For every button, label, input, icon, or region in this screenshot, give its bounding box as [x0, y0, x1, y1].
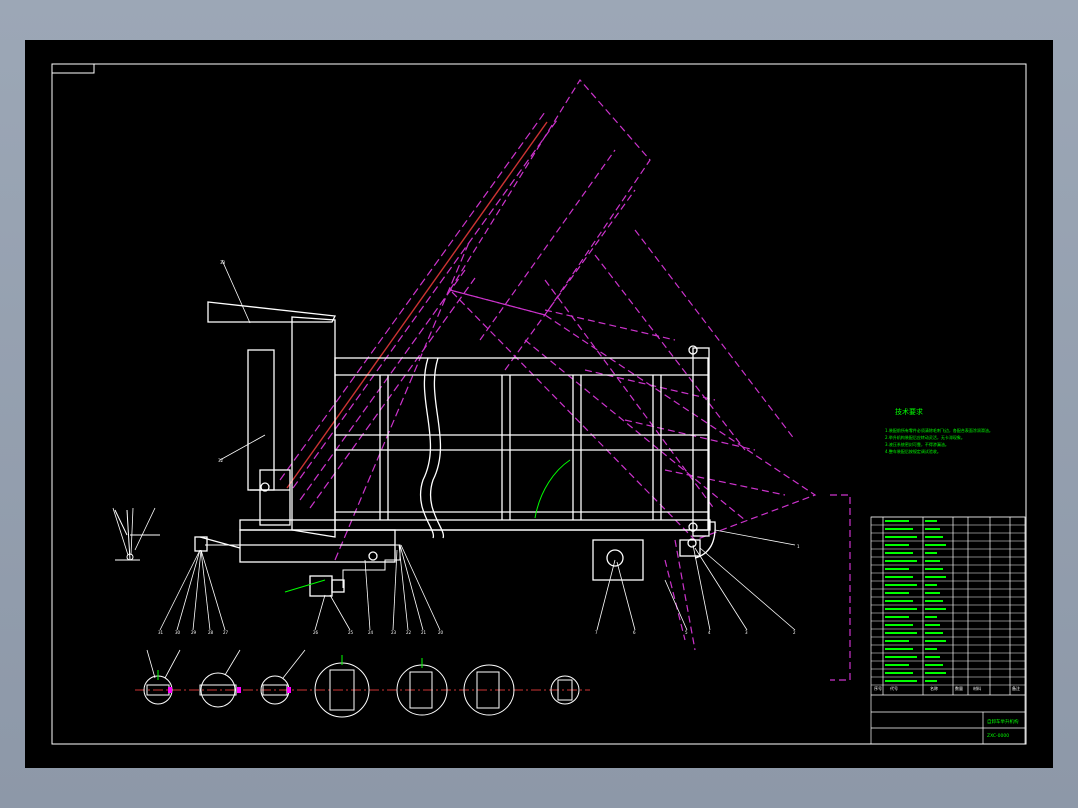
table-cell-name — [925, 664, 943, 666]
table-cell-code — [885, 624, 913, 626]
svg-text:32: 32 — [218, 458, 224, 463]
table-cell-name — [925, 592, 940, 594]
table-cell-code — [885, 632, 917, 634]
table-cell-code — [885, 576, 913, 578]
svg-text:21: 21 — [421, 630, 427, 635]
svg-text:3: 3 — [745, 630, 748, 635]
tilt-arc — [534, 459, 571, 519]
svg-text:24: 24 — [368, 630, 374, 635]
table-cell-name — [925, 536, 943, 538]
table-cell-name — [925, 520, 937, 522]
table-cell-code — [885, 616, 909, 618]
table-cell-code — [885, 608, 917, 610]
table-cell-name — [925, 576, 946, 578]
svg-text:6: 6 — [633, 630, 636, 635]
corner-tab — [51, 63, 95, 74]
outer-frame — [51, 63, 1027, 745]
table-cell-code — [885, 552, 913, 554]
leader-lines — [159, 259, 796, 631]
dump-body — [194, 301, 716, 597]
table-cell-name — [925, 648, 937, 650]
table-cell-name — [925, 632, 943, 634]
svg-text:30: 30 — [175, 630, 181, 635]
table-cell-name — [925, 584, 937, 586]
table-headers: 序号 代号 名称 数量 材料 备注 — [874, 685, 1020, 691]
svg-text:33: 33 — [220, 260, 226, 265]
table-cell-name — [925, 608, 946, 610]
lever-leaders — [112, 507, 156, 556]
table-cell-code — [885, 592, 909, 594]
table-cell-code — [885, 560, 917, 562]
svg-text:22: 22 — [406, 630, 412, 635]
table-cell-code — [885, 568, 909, 570]
table-cell-name — [925, 640, 946, 642]
note-line: 1.装配前所有零件必须清除毛刺飞边，各配合表面涂润滑油。 — [885, 427, 993, 433]
svg-text:29: 29 — [191, 630, 197, 635]
svg-text:23: 23 — [391, 630, 397, 635]
header-qty: 数量 — [955, 685, 963, 691]
drawing-sheet: 31 30 29 28 27 26 25 24 23 22 21 20 7 6 543 21 33… — [25, 40, 1053, 768]
svg-text:25: 25 — [348, 630, 354, 635]
green-leader — [284, 579, 326, 593]
header-code: 代号 — [890, 685, 898, 691]
table-cell-name — [925, 624, 940, 626]
leader-numbers: 31 30 29 28 27 26 25 24 23 22 21 20 7 6 543 21 33… — [158, 260, 800, 635]
drawing-name: 自卸车举升机构 — [987, 718, 1019, 725]
svg-text:5: 5 — [685, 630, 688, 635]
cad-drawing: 31 30 29 28 27 26 25 24 23 22 21 20 7 6 543 21 33… — [51, 63, 1027, 745]
table-cell-code — [885, 584, 917, 586]
table-cell-name — [925, 600, 943, 602]
hydraulic-line — [205, 544, 401, 588]
note-line: 2.举升机构装配后应转动灵活，无卡滞现象。 — [885, 434, 965, 440]
notes-title: 技术要求 — [895, 407, 923, 416]
svg-text:28: 28 — [208, 630, 214, 635]
table-cell-code — [885, 640, 909, 642]
detail-leaders — [146, 649, 306, 679]
table-cell-code — [885, 648, 913, 650]
svg-text:2: 2 — [793, 630, 796, 635]
table-cell-code — [885, 544, 909, 546]
drawing-number: ZXC-0000 — [987, 733, 1009, 739]
lift-cylinder-dashed — [279, 111, 558, 561]
detail-green-ticks — [157, 655, 423, 680]
table-cell-name — [925, 656, 940, 658]
svg-text:27: 27 — [223, 630, 229, 635]
table-cell-code — [885, 664, 909, 666]
svg-text:26: 26 — [313, 630, 319, 635]
table-cell-name — [925, 568, 943, 570]
notes-lines: 1.装配前所有零件必须清除毛刺飞边，各配合表面涂润滑油。 2.举升机构装配后应转… — [885, 427, 993, 454]
svg-text:7: 7 — [595, 630, 598, 635]
note-line: 3.液压系统密封可靠，不得渗漏油。 — [885, 441, 949, 447]
table-cell-name — [925, 528, 940, 530]
header-material: 材料 — [973, 685, 981, 691]
svg-text:20: 20 — [438, 630, 444, 635]
header-note: 备注 — [1012, 685, 1020, 691]
header-name: 名称 — [930, 685, 938, 691]
parts-table-entries — [885, 520, 946, 682]
table-cell-code — [885, 520, 909, 522]
parts-table — [870, 516, 1026, 745]
table-cell-code — [885, 528, 913, 530]
table-cell-name — [925, 672, 946, 674]
svg-text:31: 31 — [158, 630, 164, 635]
table-cell-code — [885, 672, 913, 674]
svg-text:1: 1 — [797, 544, 800, 549]
table-cell-name — [925, 680, 937, 682]
table-cell-name — [925, 544, 946, 546]
table-cell-code — [885, 656, 917, 658]
svg-text:4: 4 — [708, 630, 711, 635]
table-cell-name — [925, 552, 937, 554]
table-cell-code — [885, 536, 917, 538]
header-seq: 序号 — [874, 685, 882, 691]
table-cell-name — [925, 560, 940, 562]
note-line: 4.整车装配后按规定调试验收。 — [885, 448, 941, 454]
table-cell-name — [925, 616, 937, 618]
table-cell-code — [885, 600, 913, 602]
table-cell-code — [885, 680, 917, 682]
